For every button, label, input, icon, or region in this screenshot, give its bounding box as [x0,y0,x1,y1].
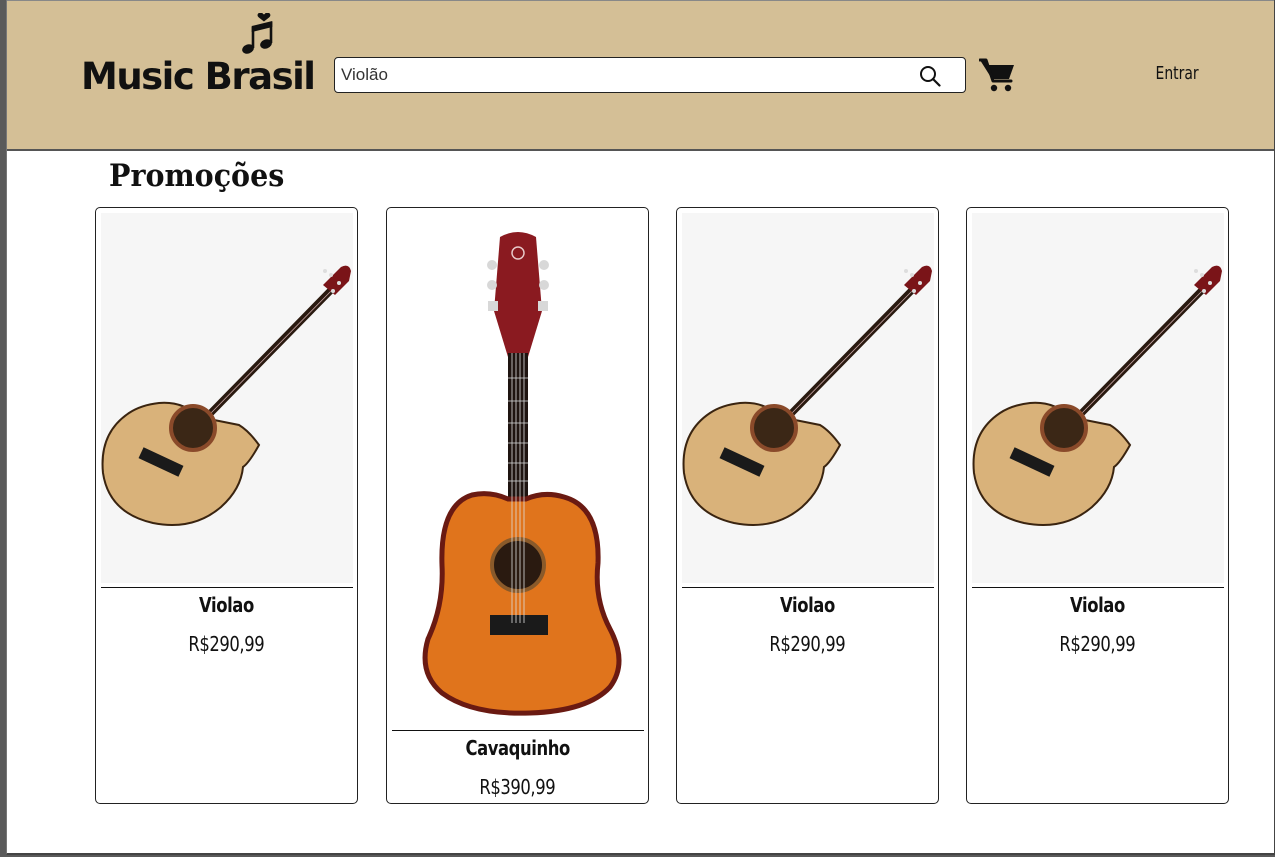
product-card[interactable]: Violao R$290,99 [966,207,1229,804]
product-name: Violao [780,593,835,617]
product-price: R$290,99 [769,632,846,656]
brand-name: Music Brasil [81,55,316,98]
product-price: R$290,99 [188,632,265,656]
cavaquinho-image [422,232,622,716]
card-divider [101,587,353,588]
classical-guitar-image [101,265,351,526]
product-price: R$290,99 [1059,632,1136,656]
product-card[interactable]: Violao R$290,99 [676,207,939,804]
product-name: Violao [1070,593,1125,617]
search-icon[interactable] [919,65,941,87]
promotions-title: Promoções [109,158,285,194]
product-image[interactable] [682,213,934,583]
search-input[interactable] [341,62,901,88]
login-link[interactable]: Entrar [1147,63,1207,89]
search-bar [334,57,966,93]
product-card[interactable]: Cavaquinho R$390,99 [386,207,649,804]
classical-guitar-image [682,265,932,526]
product-name: Violao [199,593,254,617]
product-card[interactable]: Violao R$290,99 [95,207,358,804]
product-name: Cavaquinho [465,736,570,760]
product-image[interactable] [972,213,1224,583]
product-image[interactable] [392,213,644,725]
product-image[interactable] [101,213,353,583]
card-divider [972,587,1224,588]
page: Music Brasil Entrar Promoções [6,0,1275,855]
card-divider [682,587,934,588]
brand-logo[interactable]: Music Brasil [81,11,321,101]
card-divider [392,730,644,731]
classical-guitar-image [972,265,1222,526]
site-header: Music Brasil Entrar [7,0,1274,151]
cart-icon[interactable] [979,57,1017,93]
product-price: R$390,99 [479,775,556,799]
music-notes-icon [242,13,273,54]
